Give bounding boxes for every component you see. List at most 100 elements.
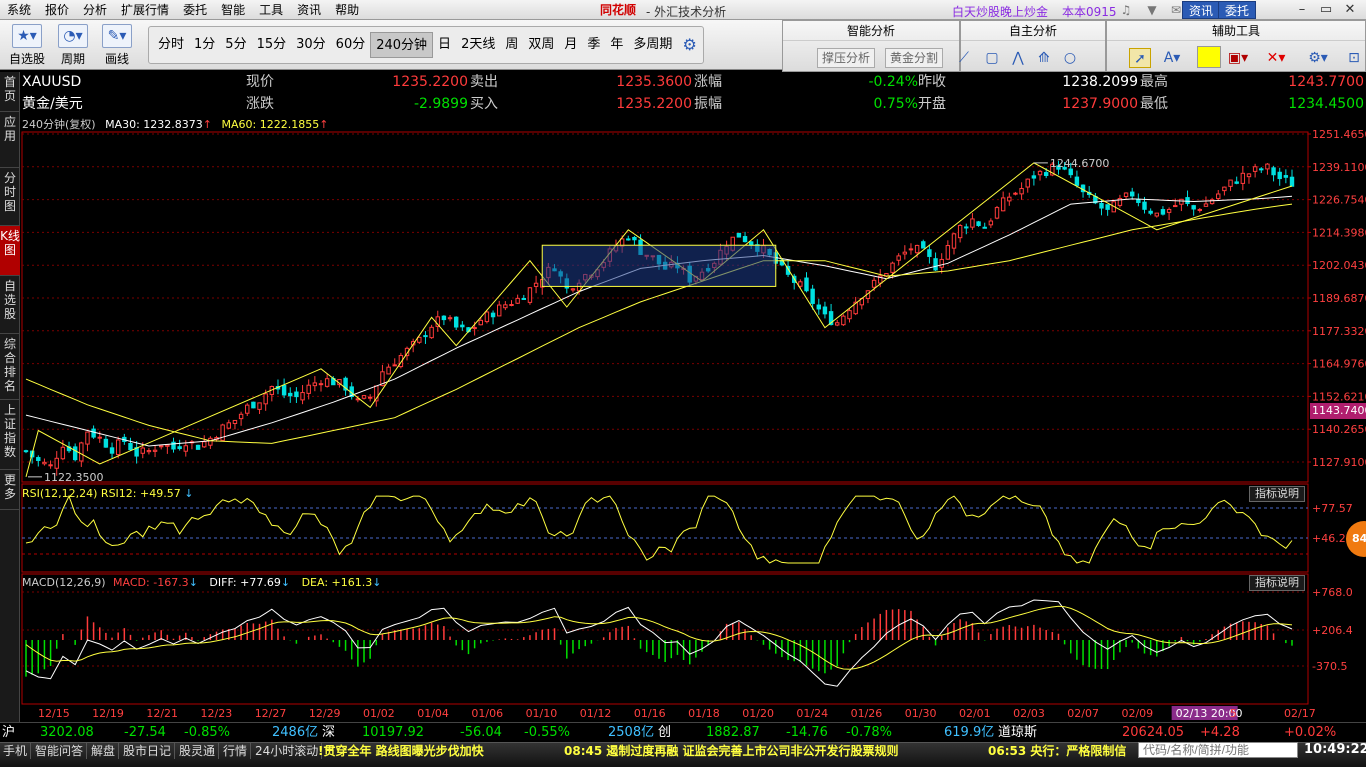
x-tick-label: 01/02 [363, 707, 395, 720]
price-tick-label: 1164.9760 [1312, 358, 1366, 371]
sh-change: -27.54 [124, 725, 166, 740]
candle-body [804, 277, 809, 292]
x-tick-label: 01/24 [796, 707, 828, 720]
candle-body [361, 395, 367, 399]
cy-value: 1882.87 [706, 725, 760, 740]
x-tick-label: 12/29 [309, 707, 341, 720]
macd-histogram [25, 609, 1293, 677]
candle-body [841, 315, 846, 326]
x-tick-label: 01/26 [851, 707, 883, 720]
news-ticker-1[interactable]: !贯穿全年 路线图曝光步伐加快 [318, 743, 484, 759]
candle-body [1154, 212, 1160, 217]
candle-body [1228, 179, 1233, 187]
candle-body [115, 439, 121, 456]
candle-body [177, 446, 182, 450]
candle-body [306, 384, 311, 394]
candle-body [251, 401, 256, 409]
bottom-tab-mobile[interactable]: 手机 [0, 743, 32, 759]
candle-body [453, 316, 459, 328]
candle-body [1240, 172, 1246, 184]
x-tick-label: 01/20 [742, 707, 774, 720]
macd-name: MACD(12,26,9) [22, 576, 106, 589]
indicator-lines [25, 162, 1293, 687]
candle-body [294, 391, 299, 398]
news-ticker-3[interactable]: 06:53 央行：严格限制信 [988, 743, 1134, 759]
candle-body [1216, 193, 1221, 200]
bottom-tab-quote[interactable]: 行情 [220, 743, 252, 759]
bottom-tab-qa[interactable]: 智能问答 [32, 743, 88, 759]
price-tick-label: 1177.3320 [1312, 325, 1366, 338]
candle-body [847, 310, 852, 320]
x-tick-label: 01/30 [905, 707, 937, 720]
low-annotation: 1122.3500 [44, 471, 104, 484]
consolidation-box [541, 244, 777, 287]
candle-body [146, 450, 152, 453]
rsi-line [25, 494, 1293, 564]
candle-body [1148, 210, 1153, 214]
dj-label: 道琼斯 [998, 725, 1038, 740]
candle-body [392, 364, 397, 367]
candle-body [570, 288, 576, 291]
candle-body [238, 413, 244, 420]
candle-body [1037, 170, 1043, 176]
dj-change: +4.28 [1200, 725, 1240, 740]
bottom-tab-diary[interactable]: 股市日记 [120, 743, 176, 759]
candle-body [245, 404, 250, 414]
candle-body [195, 444, 201, 450]
price-tick-label: 1226.7540 [1312, 194, 1366, 207]
ma60-line [25, 203, 1293, 444]
candle-body [1277, 171, 1282, 180]
candle-body [1142, 201, 1147, 210]
bottom-tab-rolling[interactable]: 24小时滚动 [252, 743, 323, 759]
candle-body [816, 304, 821, 310]
x-tick-label: 01/18 [688, 707, 720, 720]
candle-body [208, 437, 213, 446]
candle-body [300, 392, 305, 401]
candle-body [72, 446, 78, 461]
macd-tick-label: +206.4 [1312, 624, 1353, 637]
candle-body [60, 446, 66, 460]
candle-body [202, 441, 207, 448]
candle-body [1191, 205, 1196, 210]
x-tick-label: 12/23 [201, 707, 233, 720]
search-input[interactable] [1138, 742, 1298, 758]
high-annotation: 1244.6700 [1050, 157, 1110, 170]
x-tick-label: 12/21 [146, 707, 178, 720]
price-tick-label: 1152.6210 [1312, 390, 1366, 403]
price-tick-label: 1239.1100 [1312, 161, 1366, 174]
rsi-indicator-help-button[interactable]: 指标说明 [1249, 486, 1305, 502]
bottom-tab-tong[interactable]: 股灵通 [176, 743, 220, 759]
x-tick-label: 01/16 [634, 707, 666, 720]
axis-labels: 1251.4650 1239.1100 1226.7540 1214.3980 1202… [38, 128, 1366, 720]
candle-body [257, 402, 262, 410]
price-tick-label: 1127.9100 [1312, 456, 1366, 469]
candle-body [79, 442, 84, 462]
candle-body [1130, 191, 1135, 197]
candle-body [939, 258, 944, 268]
candle-body [896, 255, 901, 261]
candle-body [1013, 192, 1018, 195]
bottom-tab-review[interactable]: 解盘 [88, 743, 120, 759]
candle-body [1246, 173, 1252, 178]
candle-body [1185, 197, 1190, 204]
panel-frame [21, 131, 1309, 483]
candle-body [288, 392, 293, 397]
candle-body [165, 444, 170, 447]
candle-body [417, 336, 422, 343]
candle-body [386, 366, 391, 375]
price-tick-label: 1214.3980 [1312, 226, 1366, 239]
candle-body [527, 287, 533, 303]
macd-indicator-help-button[interactable]: 指标说明 [1249, 575, 1305, 591]
news-ticker-2[interactable]: 08:45 遏制过度再融 证监会完善上市公司非公开发行股票规则 [564, 743, 899, 759]
macd-tick-label: -370.5 [1312, 660, 1347, 673]
candle-body [324, 378, 330, 387]
candle-body [23, 450, 29, 453]
sz-pct: -0.55% [524, 725, 570, 740]
candle-body [976, 221, 981, 226]
candle-body [1173, 205, 1178, 208]
candle-body [515, 297, 520, 304]
panel-frame [21, 573, 1309, 705]
candle-body [921, 241, 926, 249]
x-tick-label: 02/03 [1013, 707, 1045, 720]
candle-body [367, 396, 373, 399]
